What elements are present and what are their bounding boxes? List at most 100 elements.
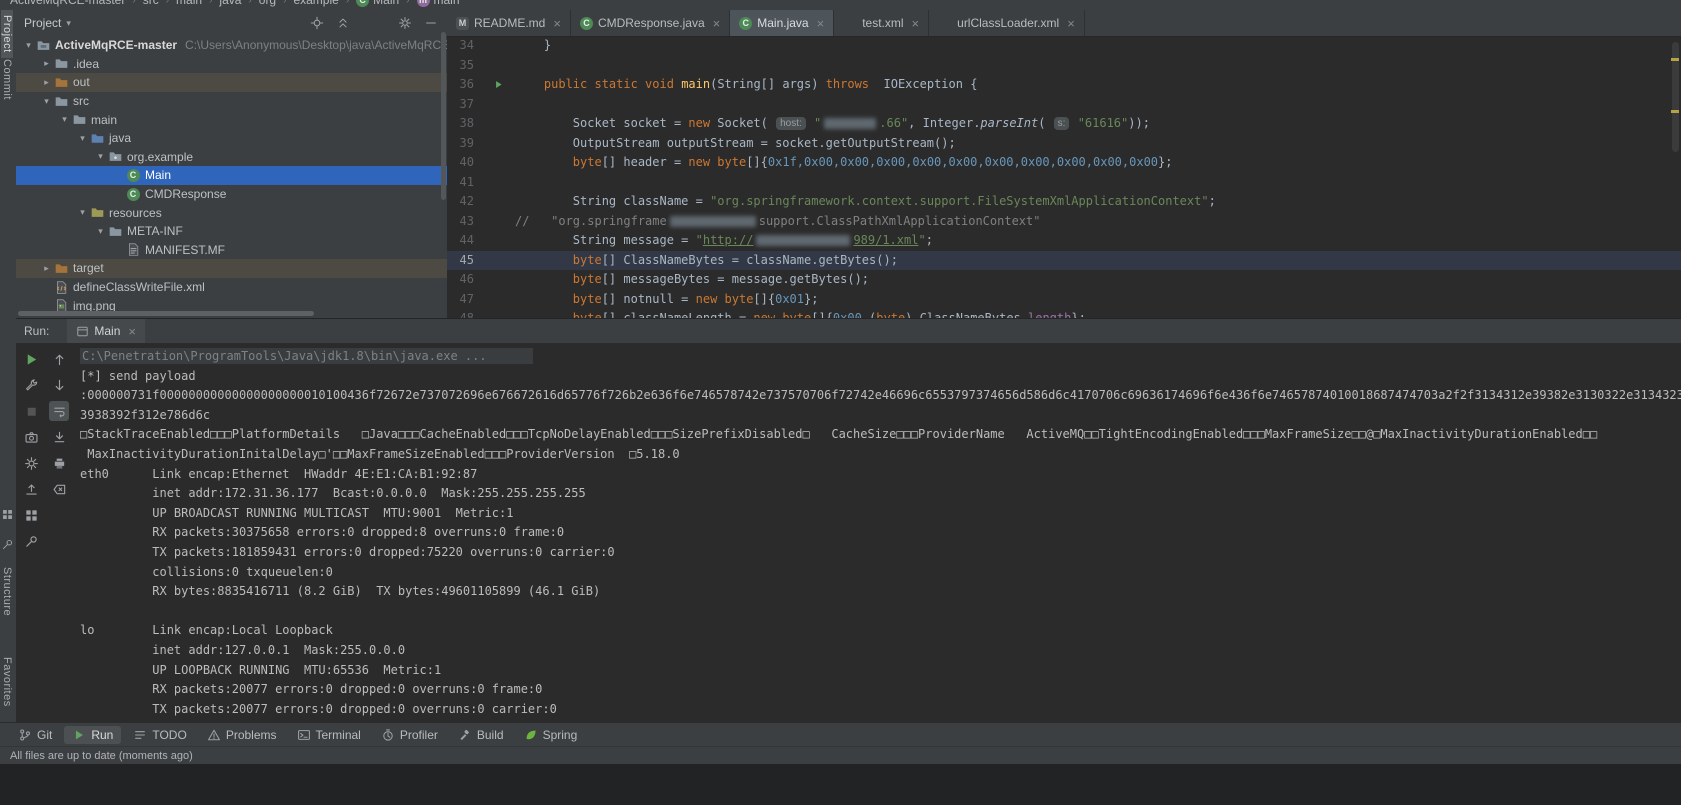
code-line-41[interactable]: 41	[447, 173, 1681, 193]
tab-urlclassloader-xml[interactable]: urlClassLoader.xml×	[929, 10, 1085, 36]
toolwindow-button-problems[interactable]: Problems	[199, 726, 285, 744]
tab-cmdresponse-java[interactable]: CCMDResponse.java×	[571, 10, 730, 36]
tree-item-defineclasswritefile-xml[interactable]: defineClassWriteFile.xml	[16, 278, 447, 297]
chevron-down-icon[interactable]: ▾	[40, 96, 53, 107]
code-line-48[interactable]: 48 byte[] classNameLength = new byte[]{0…	[447, 309, 1681, 318]
toolwindow-button-build[interactable]: Build	[450, 726, 512, 744]
code-line-43[interactable]: 43// "org.springframesupport.ClassPathXm…	[447, 212, 1681, 232]
grid-icon[interactable]	[1, 508, 15, 522]
error-stripe-mark[interactable]	[1671, 58, 1679, 61]
code-line-42[interactable]: 42 String className = "org.springframewo…	[447, 192, 1681, 212]
tree-item-idea[interactable]: ▸.idea	[16, 55, 447, 74]
tree-item-main[interactable]: ▾main	[16, 110, 447, 129]
code-line-37[interactable]: 37	[447, 95, 1681, 115]
horizontal-scrollbar[interactable]	[18, 311, 314, 316]
grid-button[interactable]	[21, 505, 41, 525]
code-line-44[interactable]: 44 String message = "http://989/1.xml";	[447, 231, 1681, 251]
tree-item-resources[interactable]: ▾resources	[16, 203, 447, 222]
chevron-right-icon[interactable]: ▸	[40, 263, 53, 274]
pin-button[interactable]	[21, 531, 41, 551]
tree-item-target[interactable]: ▸target	[16, 259, 447, 278]
hide-icon[interactable]	[423, 15, 439, 31]
locate-icon[interactable]	[309, 15, 325, 31]
tool-button-commit[interactable]: Commit	[1, 54, 13, 105]
breadcrumb-item-main[interactable]: mmain	[417, 0, 460, 7]
code-line-47[interactable]: 47 byte[] notnull = new byte[]{0x01};	[447, 290, 1681, 310]
tab-test-xml[interactable]: test.xml×	[834, 10, 929, 36]
arrow-down-button[interactable]	[49, 375, 69, 395]
breadcrumb-item-main[interactable]: main	[176, 0, 202, 7]
tree-item-out[interactable]: ▸out	[16, 73, 447, 92]
code-line-36[interactable]: 36 public static void main(String[] args…	[447, 75, 1681, 95]
run-line-icon[interactable]	[481, 75, 515, 95]
tree-item-manifest-mf[interactable]: MANIFEST.MF	[16, 241, 447, 260]
project-panel-title[interactable]: Project	[24, 16, 61, 30]
tree-item-meta-inf[interactable]: ▾META-INF	[16, 222, 447, 241]
console-output[interactable]: C:\Penetration\ProgramTools\Java\jdk1.8\…	[76, 343, 1681, 723]
code-area[interactable]: 34 }3536 public static void main(String[…	[447, 36, 1681, 318]
chevron-right-icon[interactable]: ▸	[40, 77, 53, 88]
scroll-end-button[interactable]	[49, 427, 69, 447]
upload-button[interactable]	[21, 479, 41, 499]
run-tab-main[interactable]: Main ×	[67, 319, 145, 343]
breadcrumb-item-src[interactable]: src	[143, 0, 159, 7]
tree-item-org-example[interactable]: ▾org.example	[16, 148, 447, 167]
breadcrumb-item-main[interactable]: CMain	[356, 0, 399, 7]
close-tab-icon[interactable]: ×	[912, 17, 920, 30]
code-line-38[interactable]: 38 Socket socket = new Socket( host: ".6…	[447, 114, 1681, 134]
code-line-45[interactable]: 45 byte[] ClassNameBytes = className.get…	[447, 251, 1681, 271]
code-line-40[interactable]: 40 byte[] header = new byte[]{0x1f,0x00,…	[447, 153, 1681, 173]
vertical-scrollbar[interactable]	[441, 32, 446, 200]
camera-button[interactable]	[21, 427, 41, 447]
tree-item-src[interactable]: ▾src	[16, 92, 447, 111]
tree-item-main[interactable]: CMain	[16, 166, 447, 185]
tool-button-project[interactable]: Project	[1, 10, 13, 58]
wrench-button[interactable]	[21, 375, 41, 395]
toolwindow-button-git[interactable]: Git	[10, 726, 60, 744]
close-tab-icon[interactable]: ×	[713, 17, 721, 30]
tool-button-favorites[interactable]: Favorites	[1, 652, 13, 712]
tab-main-java[interactable]: CMain.java×	[730, 10, 834, 36]
pin-icon[interactable]	[1, 538, 15, 552]
breadcrumb-item-activemqrce-master[interactable]: ActiveMqRCE-master	[10, 0, 125, 7]
chevron-right-icon[interactable]: ▸	[40, 58, 53, 69]
toolwindow-button-run[interactable]: Run	[64, 726, 121, 744]
rerun-button[interactable]	[21, 349, 41, 369]
gear-button[interactable]	[21, 453, 41, 473]
tree-item-java[interactable]: ▾java	[16, 129, 447, 148]
clear-button[interactable]	[49, 479, 69, 499]
tree-item-cmdresponse[interactable]: CCMDResponse	[16, 185, 447, 204]
code-line-39[interactable]: 39 OutputStream outputStream = socket.ge…	[447, 134, 1681, 154]
code-line-34[interactable]: 34 }	[447, 36, 1681, 56]
stop-button[interactable]	[21, 401, 41, 421]
breadcrumb-item-java[interactable]: java	[219, 0, 241, 7]
tool-button-structure[interactable]: Structure	[1, 562, 13, 621]
arrow-up-button[interactable]	[49, 349, 69, 369]
chevron-down-icon[interactable]: ▾	[66, 18, 71, 29]
gear-icon[interactable]	[397, 15, 413, 31]
chevron-down-icon[interactable]: ▾	[94, 226, 107, 237]
toolwindow-button-profiler[interactable]: Profiler	[373, 726, 446, 744]
tab-readme-md[interactable]: MREADME.md×	[447, 10, 571, 36]
toolwindow-button-spring[interactable]: Spring	[516, 726, 586, 744]
tree-item-activemqrce-master[interactable]: ▾ActiveMqRCE-masterC:\Users\Anonymous\De…	[16, 36, 447, 55]
toolwindow-button-terminal[interactable]: Terminal	[289, 726, 369, 744]
chevron-down-icon[interactable]: ▾	[76, 207, 89, 218]
close-tab-icon[interactable]: ×	[1067, 17, 1075, 30]
breadcrumb-item-example[interactable]: example	[293, 0, 338, 7]
chevron-down-icon[interactable]: ▾	[22, 40, 35, 51]
breadcrumb-item-org[interactable]: org	[259, 0, 276, 7]
close-icon[interactable]: ×	[128, 325, 136, 338]
close-tab-icon[interactable]: ×	[553, 17, 561, 30]
softwrap-button[interactable]	[49, 401, 69, 421]
toolwindow-button-todo[interactable]: TODO	[125, 726, 194, 744]
chevron-down-icon[interactable]: ▾	[58, 114, 71, 125]
close-tab-icon[interactable]: ×	[817, 17, 825, 30]
collapse-icon[interactable]	[335, 15, 351, 31]
chevron-down-icon[interactable]: ▾	[94, 151, 107, 162]
error-stripe-mark[interactable]	[1671, 110, 1679, 113]
print-button[interactable]	[49, 453, 69, 473]
chevron-down-icon[interactable]: ▾	[76, 133, 89, 144]
code-line-35[interactable]: 35	[447, 56, 1681, 76]
code-line-46[interactable]: 46 byte[] messageBytes = message.getByte…	[447, 270, 1681, 290]
